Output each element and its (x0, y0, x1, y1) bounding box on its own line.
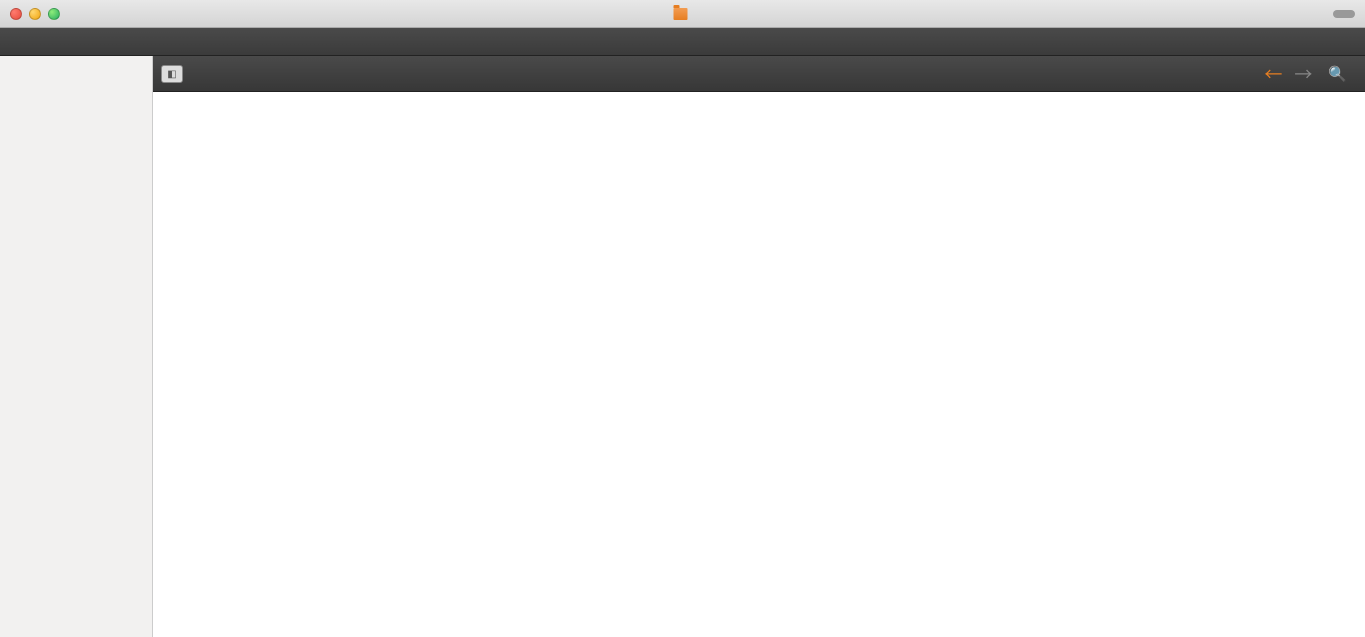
pathbar: ◧ ← → 🔍 (153, 56, 1365, 92)
close-button[interactable] (10, 8, 22, 20)
device-icon[interactable]: ◧ (161, 65, 183, 83)
window-controls (0, 8, 60, 20)
menubar (0, 28, 1365, 56)
window-resize-handle[interactable] (1333, 10, 1355, 18)
main-panel: ◧ ← → 🔍 (153, 56, 1365, 637)
file-grid (153, 92, 1365, 637)
minimize-button[interactable] (29, 8, 41, 20)
titlebar (0, 0, 1365, 28)
window-title (673, 8, 692, 20)
sidebar (0, 56, 153, 637)
maximize-button[interactable] (48, 8, 60, 20)
search-icon[interactable]: 🔍 (1318, 65, 1351, 83)
nav-forward-button[interactable]: → (1288, 61, 1318, 87)
folder-icon (673, 8, 687, 20)
nav-back-button[interactable]: ← (1258, 61, 1288, 87)
